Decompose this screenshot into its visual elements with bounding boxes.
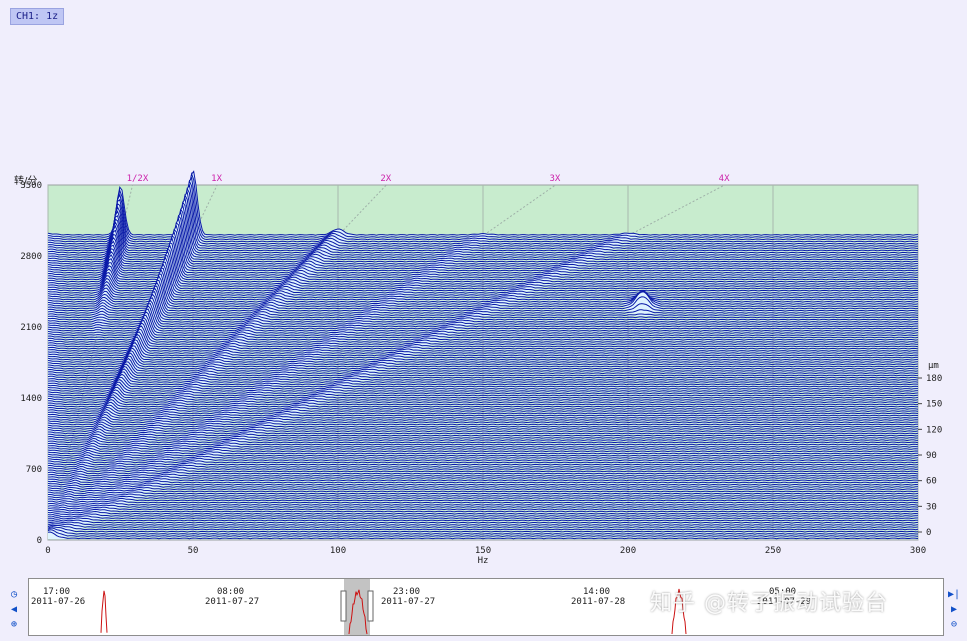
- y-tick-label: 2100: [20, 323, 42, 333]
- z-tick-label: 150: [926, 400, 942, 410]
- y-tick-label: 1400: [20, 394, 42, 404]
- clock-icon[interactable]: ◷: [8, 589, 20, 601]
- z-tick-label: 120: [926, 425, 942, 435]
- y-axis: 07001400210028003500转/分: [14, 174, 42, 546]
- waterfall-chart: 1/2X 1X 2X 3X 4X 0 50 100 150 200 250 300Hz 070014…: [14, 170, 942, 566]
- x-axis-label: Hz: [478, 556, 489, 566]
- timeline-trend: [100, 590, 108, 633]
- harmonic-label: 1X: [211, 174, 222, 184]
- zoom-out-icon[interactable]: ⊖: [948, 619, 960, 631]
- z-tick-label: 0: [926, 528, 931, 538]
- y-axis-label: 转/分: [14, 174, 37, 187]
- harmonic-label: 4X: [719, 174, 730, 184]
- next-end-icon[interactable]: ▶|: [948, 589, 960, 601]
- y-tick-label: 2800: [20, 252, 42, 262]
- x-tick-label: 250: [765, 546, 781, 556]
- timeline-date: 2011-07-27: [205, 597, 259, 607]
- z-tick-label: 90: [926, 451, 937, 461]
- harmonic-label: 2X: [380, 174, 391, 184]
- y-tick-label: 0: [37, 536, 42, 546]
- z-axis-label: μm: [928, 361, 939, 371]
- timeline-date: 2011-07-27: [381, 597, 435, 607]
- x-axis: 0 50 100 150 200 250 300 Hz: [45, 546, 926, 566]
- prev-icon[interactable]: ◀: [8, 604, 20, 616]
- timeline-time: 17:00: [43, 587, 70, 597]
- timeline-time: 08:00: [217, 587, 244, 597]
- x-tick-label: 300: [910, 546, 926, 556]
- zoom-in-icon[interactable]: ⊕: [8, 619, 20, 631]
- y-tick-label: 700: [26, 465, 42, 475]
- x-tick-label: 100: [330, 546, 346, 556]
- z-tick-label: 30: [926, 502, 937, 512]
- z-tick-label: 180: [926, 374, 942, 384]
- timeline-time: 23:00: [393, 587, 420, 597]
- timeline-handle-right: [367, 590, 374, 622]
- z-tick-label: 60: [926, 477, 937, 487]
- timeline-handle-left: [340, 590, 347, 622]
- timeline-date: 2011-07-26: [31, 597, 85, 607]
- harmonic-label: 3X: [550, 174, 561, 184]
- x-tick-label: 150: [475, 546, 491, 556]
- watermark: 知乎 @转子振动试验台: [650, 591, 888, 616]
- x-tick-label: 50: [188, 546, 199, 556]
- next-icon[interactable]: ▶: [948, 604, 960, 616]
- z-axis: 0 30 60 90 120 150 180 μm: [918, 361, 942, 538]
- timeline-time: 14:00: [583, 587, 610, 597]
- x-tick-label: 200: [620, 546, 636, 556]
- x-tick-label: 0: [45, 546, 50, 556]
- timeline-date: 2011-07-28: [571, 597, 625, 607]
- harmonic-label: 1/2X: [127, 174, 149, 184]
